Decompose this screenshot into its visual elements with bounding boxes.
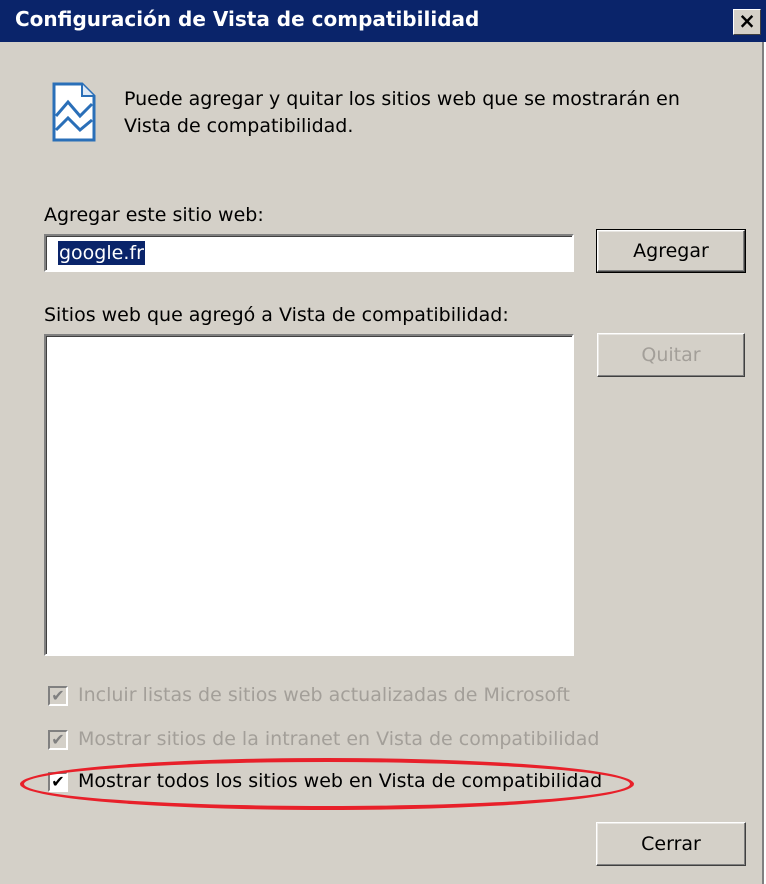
- add-site-input-value[interactable]: google.fr: [57, 240, 146, 266]
- info-text-line2: Vista de compatibilidad.: [124, 115, 354, 137]
- checkbox-intranet-sites[interactable]: ✔: [48, 730, 68, 750]
- info-text-line1: Puede agregar y quitar los sitios web qu…: [124, 88, 680, 110]
- compat-view-page-icon: [52, 82, 96, 142]
- compat-view-dialog: Configuración de Vista de compatibilidad…: [0, 0, 766, 884]
- add-site-label: Agregar este sitio web:: [44, 204, 264, 226]
- option-label-include-ms-lists: Incluir listas de sitios web actualizada…: [78, 684, 570, 706]
- option-label-intranet-sites: Mostrar sitios de la intranet en Vista d…: [78, 728, 600, 750]
- checkbox-include-ms-lists[interactable]: ✔: [48, 686, 68, 706]
- close-button[interactable]: Cerrar: [596, 822, 746, 866]
- close-icon[interactable]: ×: [733, 9, 761, 35]
- add-button[interactable]: Agregar: [596, 229, 746, 273]
- checkbox-all-sites[interactable]: ✔: [48, 772, 68, 792]
- remove-button[interactable]: Quitar: [597, 333, 745, 377]
- title-bar[interactable]: Configuración de Vista de compatibilidad…: [0, 0, 766, 42]
- dialog-title: Configuración de Vista de compatibilidad: [15, 7, 480, 31]
- add-site-input[interactable]: google.fr: [44, 234, 574, 272]
- sites-list-label: Sitios web que agregó a Vista de compati…: [44, 304, 509, 326]
- option-label-all-sites: Mostrar todos los sitios web en Vista de…: [78, 770, 603, 792]
- sites-list[interactable]: [44, 334, 574, 656]
